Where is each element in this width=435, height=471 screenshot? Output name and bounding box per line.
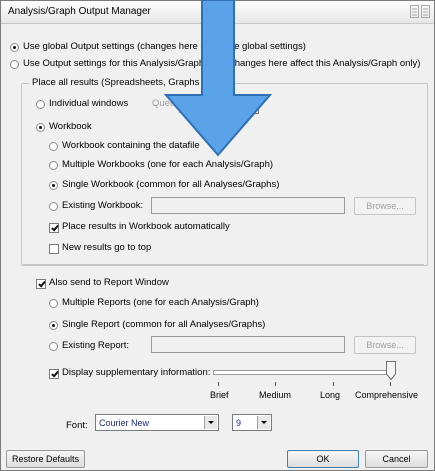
- new-results-top-label[interactable]: New results go to top: [62, 242, 151, 254]
- existing-workbook-label[interactable]: Existing Workbook:: [62, 200, 143, 212]
- level-label-brief: Brief: [210, 390, 229, 400]
- ok-button[interactable]: OK: [287, 450, 359, 468]
- report-browse-button[interactable]: Browse...: [354, 336, 416, 354]
- workbook-containing-datafile-radio[interactable]: [49, 142, 58, 151]
- chevron-down-icon[interactable]: [257, 416, 270, 429]
- font-size-value: 9: [236, 418, 242, 428]
- supplementary-info-checkbox[interactable]: [49, 369, 59, 379]
- section-divider: [23, 264, 424, 265]
- individual-windows-label[interactable]: Individual windows: [49, 98, 128, 110]
- existing-report-label[interactable]: Existing Report:: [62, 340, 129, 352]
- slider-tick: [218, 382, 219, 386]
- slider-tick: [333, 382, 334, 386]
- window-options-icon[interactable]: [410, 5, 430, 18]
- font-family-select[interactable]: Courier New: [95, 414, 219, 431]
- multiple-reports-radio[interactable]: [49, 299, 58, 308]
- use-global-settings-radio[interactable]: [10, 43, 19, 52]
- cancel-button[interactable]: Cancel: [365, 450, 428, 468]
- multiple-reports-label[interactable]: Multiple Reports (one for each Analysis/…: [62, 297, 259, 309]
- detail-slider-thumb[interactable]: [386, 361, 396, 380]
- existing-report-input[interactable]: [151, 336, 345, 353]
- chevron-down-icon[interactable]: [204, 416, 217, 429]
- level-label-comprehensive: Comprehensive: [355, 390, 419, 400]
- existing-workbook-input[interactable]: [151, 197, 345, 214]
- multiple-workbooks-radio[interactable]: [49, 161, 58, 170]
- single-report-radio[interactable]: [49, 321, 58, 330]
- level-label-long: Long: [320, 390, 341, 400]
- send-to-report-label[interactable]: Also send to Report Window: [49, 277, 169, 289]
- font-family-value: Courier New: [99, 418, 150, 428]
- place-results-automatically-label[interactable]: Place results in Workbook automatically: [62, 221, 230, 233]
- workbook-radio[interactable]: [36, 123, 45, 132]
- place-results-automatically-checkbox[interactable]: [49, 223, 59, 233]
- new-results-top-checkbox[interactable]: [49, 244, 59, 254]
- single-workbook-radio[interactable]: [49, 181, 58, 190]
- restore-defaults-button[interactable]: Restore Defaults: [6, 450, 85, 468]
- supplementary-info-label[interactable]: Display supplementary information:: [62, 367, 210, 379]
- level-label-medium: Medium: [259, 390, 292, 400]
- use-local-settings-radio[interactable]: [10, 60, 19, 69]
- slider-tick: [390, 382, 391, 386]
- window-title: Analysis/Graph Output Manager: [8, 6, 151, 17]
- send-to-report-checkbox[interactable]: [36, 279, 46, 289]
- existing-workbook-radio[interactable]: [49, 202, 58, 211]
- workbook-label[interactable]: Workbook: [49, 121, 92, 133]
- font-label: Font:: [66, 420, 88, 431]
- slider-tick: [275, 382, 276, 386]
- workbook-browse-button[interactable]: Browse...: [354, 197, 416, 215]
- existing-report-radio[interactable]: [49, 342, 58, 351]
- single-workbook-label[interactable]: Single Workbook (common for all Analyses…: [62, 179, 279, 191]
- multiple-workbooks-label[interactable]: Multiple Workbooks (one for each Analysi…: [62, 159, 273, 171]
- overlay-arrow-icon: [163, 0, 273, 157]
- individual-windows-radio[interactable]: [36, 100, 45, 109]
- single-report-label[interactable]: Single Report (common for all Analyses/G…: [62, 319, 265, 331]
- font-size-select[interactable]: 9: [232, 414, 272, 431]
- detail-slider-track[interactable]: [213, 370, 393, 375]
